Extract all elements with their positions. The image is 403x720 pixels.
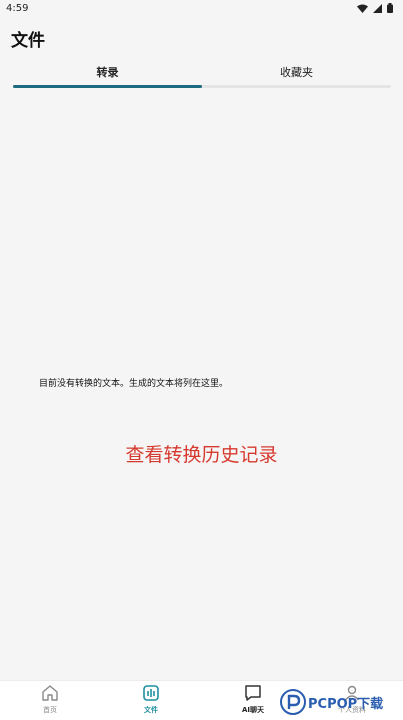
home-icon: [42, 685, 58, 701]
tab-favorites[interactable]: 收藏夹: [202, 58, 391, 86]
nav-label-home: 首页: [43, 706, 57, 714]
watermark-brand: PCPOP下载: [308, 696, 384, 712]
nav-item-home[interactable]: 首页: [20, 683, 80, 720]
status-icons: [357, 3, 393, 13]
chat-icon: [245, 685, 261, 701]
page-title: 文件: [11, 31, 45, 51]
nav-item-ai-chat[interactable]: AI聊天: [223, 683, 283, 720]
tab-bar: 转录 收藏夹: [13, 58, 391, 90]
nav-label-files: 文件: [144, 706, 158, 714]
status-time: 4:59: [6, 2, 29, 14]
view-history-link[interactable]: 查看转换历史记录: [0, 440, 403, 467]
watermark: PCPOP下载: [280, 684, 403, 720]
signal-icon: [373, 3, 382, 13]
tab-active-indicator: [13, 85, 202, 88]
pcpop-logo-icon: [280, 689, 306, 715]
nav-label-ai-chat: AI聊天: [241, 706, 265, 714]
nav-item-files[interactable]: 文件: [121, 683, 181, 720]
files-icon: [143, 685, 159, 701]
tab-transcribe[interactable]: 转录: [13, 58, 202, 86]
empty-state-message: 目前没有转换的文本。生成的文本将列在这里。: [39, 379, 229, 389]
battery-icon: [387, 3, 393, 13]
status-bar: 4:59: [0, 0, 403, 16]
wifi-icon: [357, 4, 368, 13]
